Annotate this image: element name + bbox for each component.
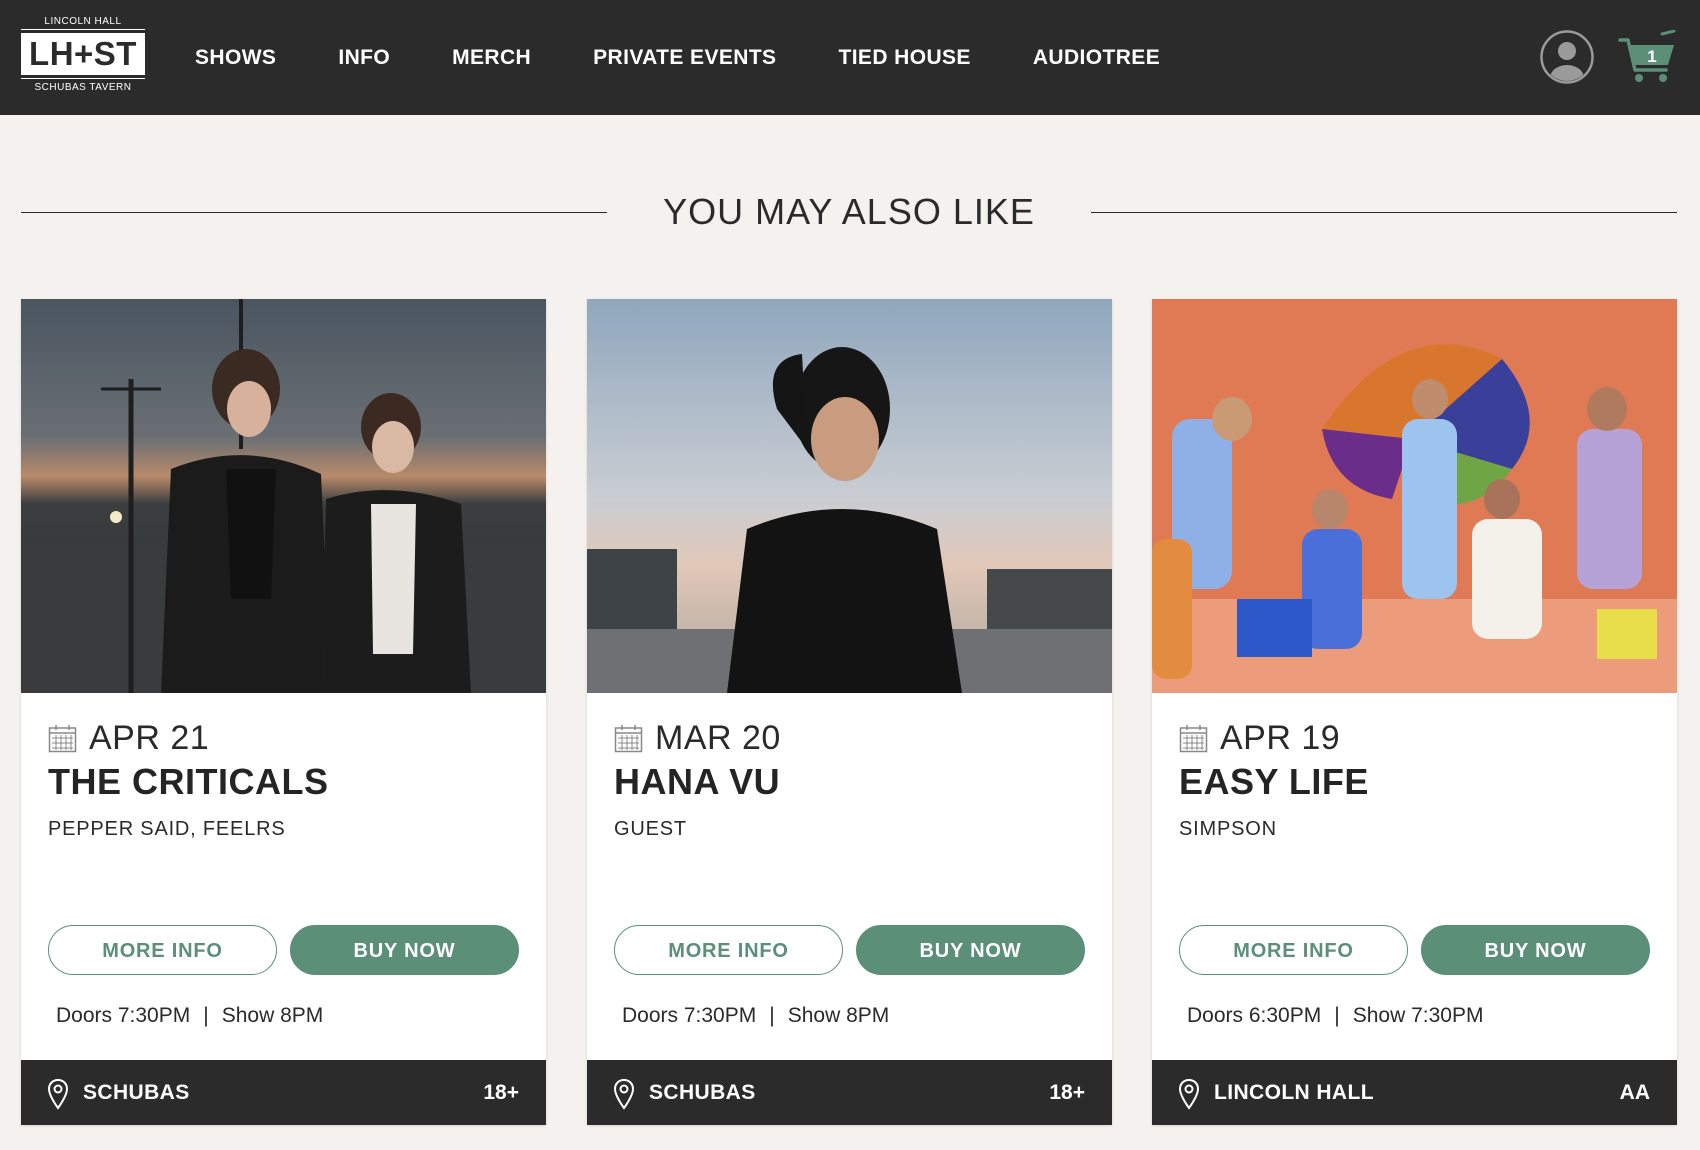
section-header: YOU MAY ALSO LIKE — [21, 190, 1677, 234]
event-headliner[interactable]: HANA VU — [614, 761, 780, 803]
nav-audiotree[interactable]: AUDIOTREE — [1033, 46, 1160, 70]
venue-bar: LINCOLN HALL AA — [1152, 1060, 1677, 1125]
show-time: Show 8PM — [787, 1004, 890, 1027]
event-photo[interactable] — [587, 299, 1112, 693]
event-headliner[interactable]: THE CRITICALS — [48, 761, 329, 803]
doors-time: Doors 6:30PM — [1187, 1004, 1322, 1027]
time-separator: | — [1334, 1004, 1340, 1027]
event-date: APR 19 — [1220, 718, 1341, 757]
time-separator: | — [769, 1004, 775, 1027]
show-time: Show 8PM — [221, 1004, 324, 1027]
band-photo-image — [21, 299, 546, 693]
logo-top-text: LINCOLN HALL — [21, 16, 145, 30]
event-card: APR 21 THE CRITICALS PEPPER SAID, FEELRS… — [21, 299, 546, 1125]
event-support-acts: GUEST — [614, 818, 687, 840]
venue-name[interactable]: SCHUBAS — [649, 1060, 756, 1125]
event-card: APR 19 EASY LIFE SIMPSON MORE INFO BUY N… — [1152, 299, 1677, 1125]
cart-count: 1 — [1647, 47, 1657, 66]
band-photo-image — [1152, 299, 1677, 693]
age-restriction: AA — [1619, 1081, 1650, 1104]
nav-tied-house[interactable]: TIED HOUSE — [838, 46, 970, 70]
event-date-row: APR 19 — [1179, 717, 1340, 759]
doors-time: Doors 7:30PM — [622, 1004, 757, 1027]
artist-photo-image — [587, 299, 1112, 693]
event-times: Doors 7:30PM | Show 8PM — [56, 1004, 323, 1028]
event-photo[interactable] — [21, 299, 546, 693]
event-date: MAR 20 — [655, 718, 781, 757]
account-button[interactable] — [1540, 30, 1594, 84]
event-headliner[interactable]: EASY LIFE — [1179, 761, 1369, 803]
event-times: Doors 6:30PM | Show 7:30PM — [1187, 1004, 1483, 1028]
logo-mark: LH+ST — [21, 33, 145, 75]
event-date-row: APR 21 — [48, 717, 209, 759]
venue-bar: SCHUBAS 18+ — [587, 1060, 1112, 1125]
calendar-icon — [614, 724, 643, 752]
location-pin-icon — [613, 1078, 635, 1110]
event-support-acts: SIMPSON — [1179, 818, 1277, 840]
divider-left — [21, 212, 607, 213]
calendar-icon — [48, 724, 77, 752]
logo-bottom-text: SCHUBAS TAVERN — [21, 78, 145, 94]
nav-shows[interactable]: SHOWS — [195, 46, 276, 70]
calendar-icon — [1179, 724, 1208, 752]
event-date: APR 21 — [89, 718, 210, 757]
age-restriction: 18+ — [483, 1081, 519, 1104]
more-info-button[interactable]: MORE INFO — [614, 925, 843, 975]
buy-now-button[interactable]: BUY NOW — [856, 925, 1085, 975]
doors-time: Doors 7:30PM — [56, 1004, 191, 1027]
time-separator: | — [203, 1004, 209, 1027]
event-photo[interactable] — [1152, 299, 1677, 693]
cart-button[interactable]: 1 — [1618, 29, 1676, 84]
event-date-row: MAR 20 — [614, 717, 781, 759]
user-circle-icon — [1540, 30, 1594, 84]
venue-name[interactable]: SCHUBAS — [83, 1060, 190, 1125]
location-pin-icon — [1178, 1078, 1200, 1110]
top-navigation-bar: LINCOLN HALL LH+ST SCHUBAS TAVERN SHOWS … — [0, 0, 1700, 115]
event-card: MAR 20 HANA VU GUEST MORE INFO BUY NOW D… — [587, 299, 1112, 1125]
event-times: Doors 7:30PM | Show 8PM — [622, 1004, 889, 1028]
age-restriction: 18+ — [1049, 1081, 1085, 1104]
buy-now-button[interactable]: BUY NOW — [290, 925, 519, 975]
venue-name[interactable]: LINCOLN HALL — [1214, 1060, 1374, 1125]
nav-info[interactable]: INFO — [338, 46, 390, 70]
buy-now-button[interactable]: BUY NOW — [1421, 925, 1650, 975]
site-logo[interactable]: LINCOLN HALL LH+ST SCHUBAS TAVERN — [21, 16, 145, 96]
venue-bar: SCHUBAS 18+ — [21, 1060, 546, 1125]
nav-private-events[interactable]: PRIVATE EVENTS — [593, 46, 776, 70]
more-info-button[interactable]: MORE INFO — [1179, 925, 1408, 975]
more-info-button[interactable]: MORE INFO — [48, 925, 277, 975]
show-time: Show 7:30PM — [1352, 1004, 1484, 1027]
event-support-acts: PEPPER SAID, FEELRS — [48, 818, 286, 840]
divider-right — [1091, 212, 1677, 213]
location-pin-icon — [47, 1078, 69, 1110]
nav-merch[interactable]: MERCH — [452, 46, 531, 70]
main-nav: SHOWS INFO MERCH PRIVATE EVENTS TIED HOU… — [195, 0, 1222, 115]
section-title: YOU MAY ALSO LIKE — [663, 191, 1035, 232]
